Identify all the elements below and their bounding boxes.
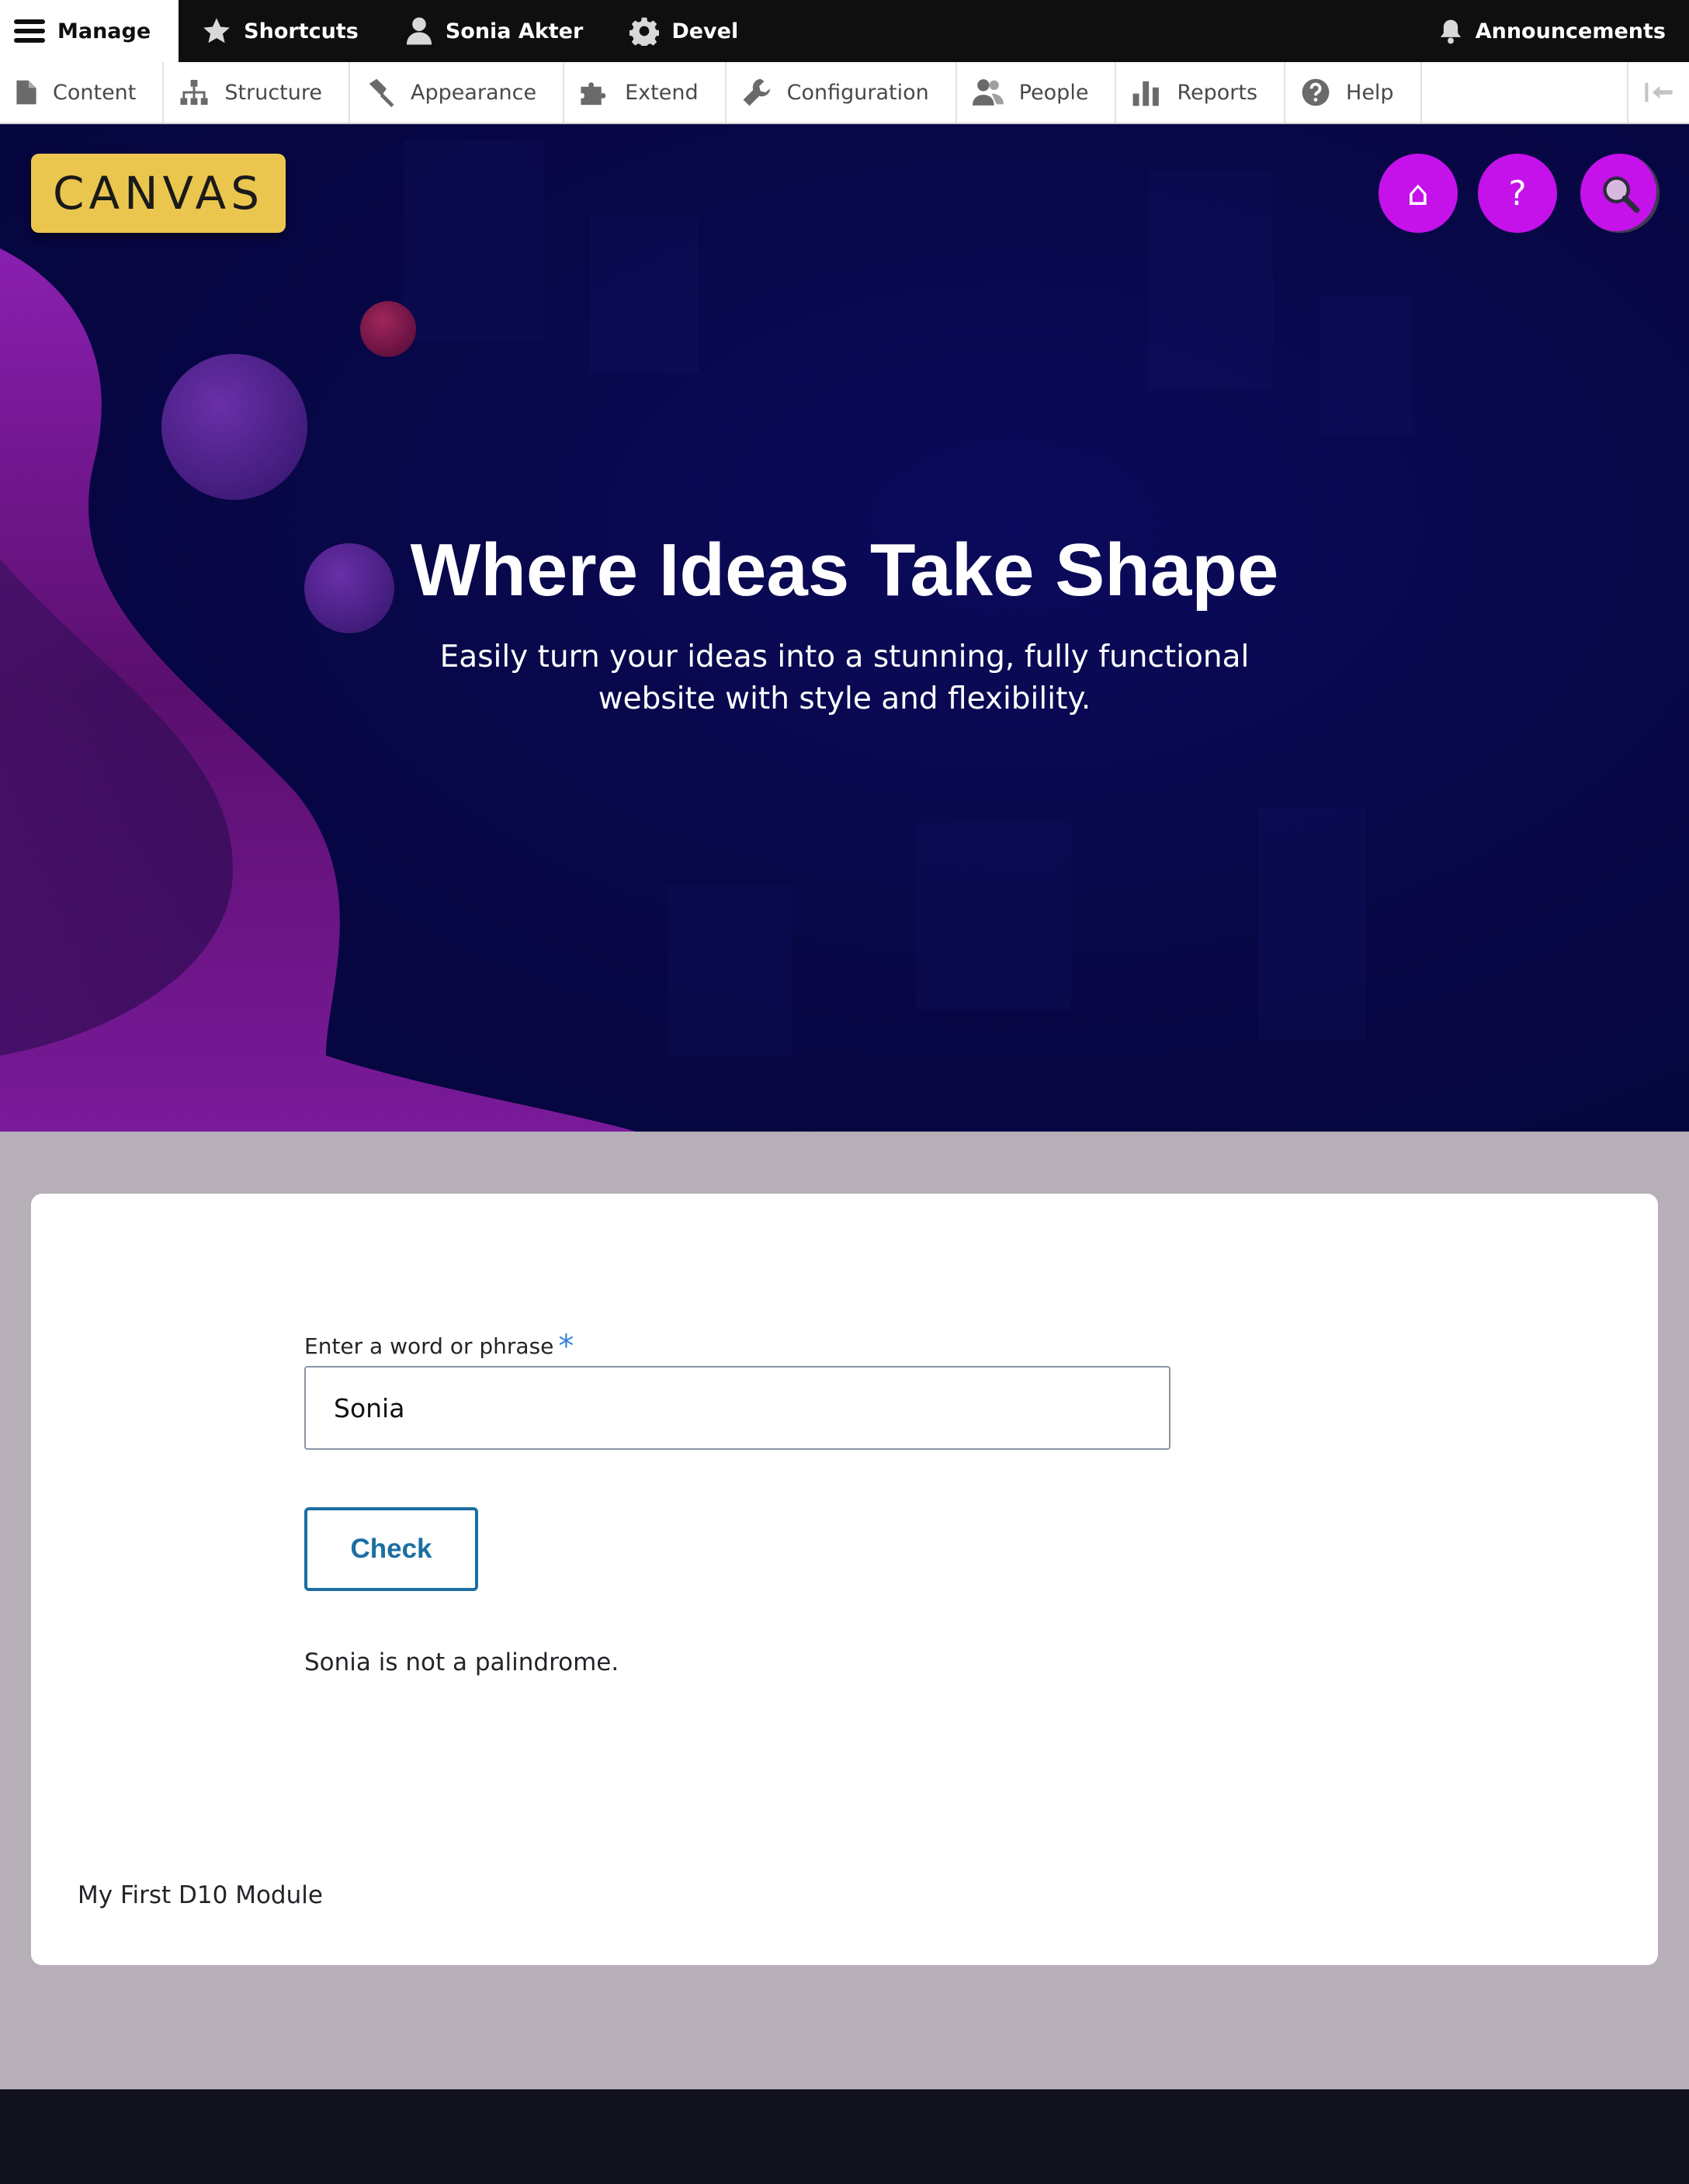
help-icon: ? — [1508, 173, 1527, 213]
admin-toolbar: Manage Shortcuts Sonia Akter Devel Annou… — [0, 0, 1689, 62]
user-icon — [406, 17, 432, 45]
admin-tray: Content Structure Appearance Extend Conf… — [0, 62, 1689, 124]
people-icon — [972, 79, 1004, 106]
input-label: Enter a word or phrase * — [304, 1326, 574, 1364]
content-card: Enter a word or phrase* Check Sonia is n… — [31, 1194, 1658, 1965]
tray-item-label: Structure — [224, 80, 322, 105]
result-message: Sonia is not a palindrome. — [304, 1648, 619, 1676]
tray-item-label: Content — [53, 80, 137, 105]
tray-item-reports[interactable]: Reports — [1116, 62, 1286, 123]
announcements-tab[interactable]: Announcements — [1415, 0, 1689, 62]
bell-icon — [1440, 19, 1461, 44]
announcements-label: Announcements — [1475, 19, 1666, 43]
hero-decoration — [0, 140, 1413, 1132]
shortcuts-label: Shortcuts — [244, 19, 359, 43]
tray-item-label: People — [1018, 80, 1089, 105]
file-icon — [16, 80, 36, 105]
canvas-logo[interactable]: CANVAS — [31, 154, 286, 233]
home-icon: ⌂ — [1407, 173, 1429, 213]
tray-item-label: Help — [1346, 80, 1394, 105]
hamburger-icon — [14, 19, 45, 43]
search-button[interactable] — [1580, 154, 1660, 233]
home-button[interactable]: ⌂ — [1379, 154, 1458, 233]
collapse-arrow-icon — [1645, 82, 1673, 102]
tray-item-label: Appearance — [411, 80, 537, 105]
shortcuts-tab[interactable]: Shortcuts — [179, 0, 382, 62]
hero-subtitle: Easily turn your ideas into a stunning, … — [439, 640, 1250, 716]
tray-spacer — [1422, 62, 1627, 123]
required-marker: * — [558, 1329, 574, 1364]
tray-item-content[interactable]: Content — [0, 62, 165, 123]
tray-item-configuration[interactable]: Configuration — [727, 62, 957, 123]
tray-item-appearance[interactable]: Appearance — [350, 62, 565, 123]
site-footer — [0, 2089, 1689, 2184]
check-button[interactable]: Check — [304, 1507, 478, 1591]
gear-icon — [629, 17, 660, 46]
tray-item-label: Reports — [1177, 80, 1258, 105]
wrench-icon — [743, 78, 771, 106]
tray-item-label: Extend — [625, 80, 699, 105]
puzzle-icon — [581, 82, 606, 106]
hero-title: Where Ideas Take Shape — [410, 529, 1279, 612]
tray-item-structure[interactable]: Structure — [164, 62, 350, 123]
word-input[interactable] — [304, 1366, 1171, 1450]
input-label-text: Enter a word or phrase — [304, 1333, 554, 1359]
manage-tab[interactable]: Manage — [0, 0, 179, 62]
star-icon — [203, 18, 231, 43]
devel-tab[interactable]: Devel — [606, 0, 761, 62]
hero-banner: CANVAS ⌂ ? Where Ideas Take Shape Easily… — [0, 124, 1689, 1132]
help-button[interactable]: ? — [1478, 154, 1557, 233]
sitemap-icon — [180, 79, 208, 106]
devel-label: Devel — [671, 19, 739, 43]
bar-chart-icon — [1133, 81, 1160, 106]
tray-item-label: Configuration — [786, 80, 929, 105]
collapse-tray-button[interactable] — [1627, 62, 1689, 123]
tray-item-people[interactable]: People — [957, 62, 1117, 123]
manage-label: Manage — [57, 19, 151, 43]
user-tab[interactable]: Sonia Akter — [382, 0, 606, 62]
paintbrush-icon — [369, 78, 394, 107]
user-label: Sonia Akter — [445, 19, 584, 43]
module-title: My First D10 Module — [78, 1881, 323, 1909]
question-circle-icon — [1302, 78, 1330, 106]
search-icon — [1603, 176, 1640, 213]
tray-item-extend[interactable]: Extend — [564, 62, 727, 123]
tray-item-help[interactable]: Help — [1285, 62, 1422, 123]
